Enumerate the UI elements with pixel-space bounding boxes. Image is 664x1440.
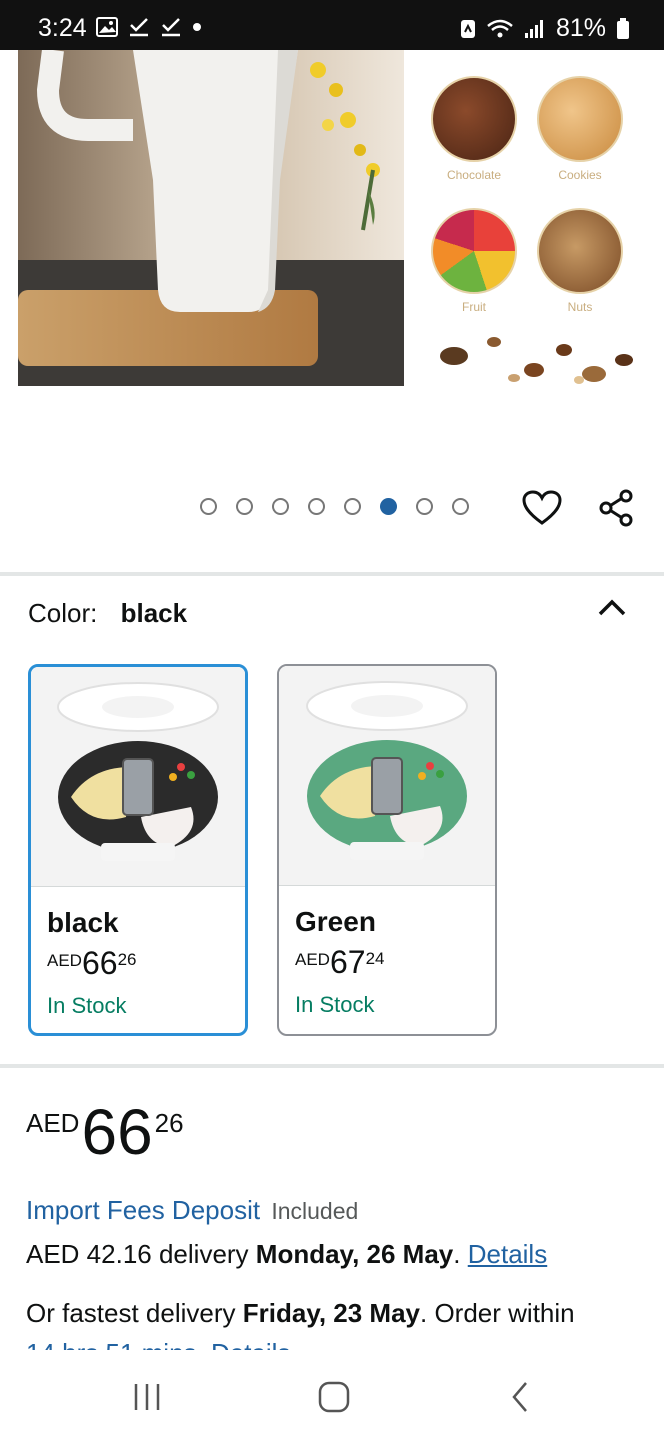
import-fees-line: Import Fees Deposit Included [26, 1195, 358, 1226]
carousel-dot[interactable] [344, 498, 361, 515]
food-label: Cookies [558, 168, 602, 182]
swatch-price: AED 67 24 [295, 946, 384, 978]
import-fees-link[interactable]: Import Fees Deposit [26, 1195, 260, 1225]
back-icon [512, 1382, 527, 1412]
swatch-name: black [47, 907, 119, 938]
main-price: AED 66 26 [26, 1100, 184, 1164]
delivery-period: . [453, 1239, 461, 1269]
swatch-image [31, 667, 245, 887]
product-lifestyle-photo [18, 50, 404, 386]
food-label: Fruit [462, 300, 486, 314]
fastest-prefix: Or fastest delivery [26, 1298, 236, 1328]
section-divider [0, 1064, 664, 1068]
color-selector-header: Color: black [28, 598, 187, 629]
carousel-dot[interactable] [236, 498, 253, 515]
carousel-dots[interactable] [200, 498, 469, 515]
fastest-suffix: . Order within [420, 1298, 575, 1328]
fastest-delivery-line: Or fastest delivery Friday, 23 May. Orde… [26, 1298, 575, 1329]
status-time: 3:24 [38, 14, 87, 42]
food-chocolate: Chocolate [424, 76, 524, 182]
price-whole: 66 [81, 1096, 153, 1168]
home-icon [318, 1381, 350, 1413]
fruit-image [431, 208, 517, 294]
section-divider [0, 572, 664, 576]
currency: AED [26, 1108, 80, 1138]
stock-status: In Stock [295, 992, 375, 1017]
status-bar: 3:24 81% [0, 0, 664, 50]
battery-percent: 81% [555, 14, 606, 42]
delivery-prefix: AED 42.16 delivery [26, 1239, 249, 1269]
carousel-dot[interactable] [200, 498, 217, 515]
tray-image [306, 681, 468, 860]
tray-image [57, 682, 219, 861]
currency: AED [47, 951, 82, 970]
delivery-line: AED 42.16 delivery Monday, 26 May. Detai… [26, 1239, 547, 1270]
recent-apps-button[interactable] [130, 1380, 170, 1414]
import-fees-status: Included [271, 1198, 359, 1224]
price-fraction: 26 [117, 950, 137, 969]
chocolate-image [431, 76, 517, 162]
currency: AED [295, 950, 330, 969]
snack-category-graphic: Chocolate Cookies Fruit Nuts [404, 50, 648, 386]
swatch-image [279, 666, 495, 886]
check-download-icon [162, 18, 180, 37]
chevron-up-icon [598, 599, 626, 616]
share-button[interactable] [594, 486, 638, 530]
fastest-date: Friday, 23 May [242, 1298, 421, 1328]
image-icon [96, 17, 118, 37]
color-option-black[interactable]: black AED 66 26 In Stock [28, 664, 248, 1036]
swatch-price: AED 66 26 [47, 947, 136, 979]
food-label: Chocolate [446, 168, 502, 182]
color-option-green[interactable]: Green AED 67 24 In Stock [277, 664, 497, 1036]
wifi-icon [487, 19, 513, 37]
cookies-image [537, 76, 623, 162]
check-download-icon [130, 18, 148, 37]
share-icon [599, 489, 633, 527]
recent-apps-icon [134, 1384, 160, 1410]
price-whole: 67 [329, 944, 366, 980]
back-button[interactable] [504, 1380, 544, 1414]
signal-icon [524, 19, 543, 38]
dot-icon [193, 23, 201, 31]
color-value: black [120, 598, 188, 628]
carousel-dot[interactable] [416, 498, 433, 515]
carousel-dot[interactable] [272, 498, 289, 515]
system-nav-bar [0, 1350, 664, 1440]
carousel-dot[interactable] [308, 498, 325, 515]
carousel-dot[interactable] [380, 498, 397, 515]
delivery-details-link[interactable]: Details [468, 1239, 547, 1269]
price-fraction: 24 [365, 949, 385, 968]
wishlist-button[interactable] [520, 486, 564, 530]
product-image-carousel[interactable]: Chocolate Cookies Fruit Nuts [0, 50, 664, 386]
swatch-name: Green [295, 906, 376, 937]
carousel-controls [0, 478, 664, 538]
food-fruit: Fruit [424, 208, 524, 314]
price-whole: 66 [81, 945, 118, 981]
stock-status: In Stock [47, 993, 127, 1018]
collapse-color-button[interactable] [596, 596, 628, 623]
food-label: Nuts [567, 300, 593, 314]
notification-icons [96, 17, 202, 37]
price-fraction: 26 [154, 1108, 184, 1138]
battery-icon [617, 17, 629, 39]
system-icons: 81% [460, 14, 630, 43]
color-label: Color: [28, 598, 98, 628]
home-button[interactable] [314, 1380, 354, 1414]
nuts-image [537, 208, 623, 294]
food-cookies: Cookies [530, 76, 630, 182]
delivery-date: Monday, 26 May [255, 1239, 454, 1269]
nfc-icon [460, 19, 475, 38]
carousel-dot[interactable] [452, 498, 469, 515]
food-nuts: Nuts [530, 208, 630, 314]
scattered-nuts-graphic [440, 337, 633, 384]
heart-icon [522, 490, 562, 525]
